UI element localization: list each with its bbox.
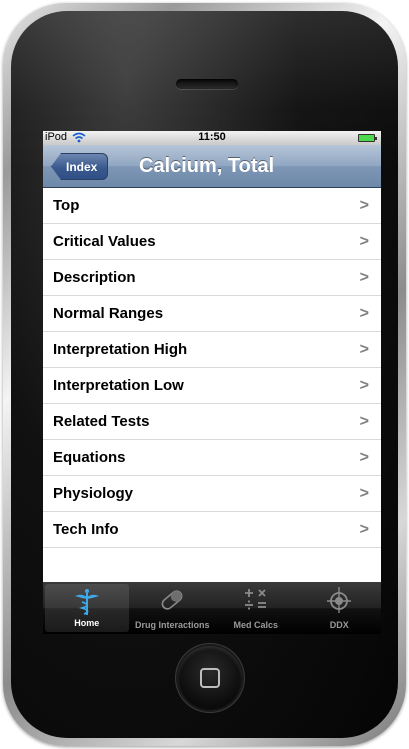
chevron-right-icon: > xyxy=(359,377,369,394)
chevron-right-icon: > xyxy=(359,233,369,250)
chevron-right-icon: > xyxy=(359,449,369,466)
list-item-top[interactable]: Top > xyxy=(43,188,381,224)
tab-label: Med Calcs xyxy=(233,620,279,630)
list-item-tech-info[interactable]: Tech Info > xyxy=(43,512,381,548)
page-title: Calcium, Total xyxy=(139,155,275,177)
list-item-normal-ranges[interactable]: Normal Ranges > xyxy=(43,296,381,332)
list-item-interpretation-low[interactable]: Interpretation Low > xyxy=(43,368,381,404)
battery-icon xyxy=(358,134,377,142)
list-item-label: Interpretation Low xyxy=(53,377,184,394)
math-operators-icon xyxy=(244,589,266,610)
chevron-right-icon: > xyxy=(359,269,369,286)
list-item-equations[interactable]: Equations > xyxy=(43,440,381,476)
chevron-right-icon: > xyxy=(359,341,369,358)
screen: iPod 11:50 Index Calcium, Total Top > Cr… xyxy=(43,131,381,634)
list-item-label: Normal Ranges xyxy=(53,305,164,322)
tab-med-calcs[interactable]: Med Calcs xyxy=(214,582,298,634)
tab-label: Drug Interactions xyxy=(134,620,210,630)
list-item-description[interactable]: Description > xyxy=(43,260,381,296)
list-item-critical-values[interactable]: Critical Values > xyxy=(43,224,381,260)
chevron-right-icon: > xyxy=(359,485,369,502)
list-item-label: Top xyxy=(53,197,80,214)
status-bar: iPod 11:50 xyxy=(43,131,381,145)
tab-bar: Home Drug Interactions Med Calcs DDX xyxy=(43,582,381,634)
list-item-label: Related Tests xyxy=(53,413,150,430)
home-button[interactable] xyxy=(178,646,242,710)
index-back-button[interactable]: Index xyxy=(51,153,109,180)
section-list: Top > Critical Values > Description > No… xyxy=(43,188,381,548)
list-item-interpretation-high[interactable]: Interpretation High > xyxy=(43,332,381,368)
earpiece-speaker xyxy=(176,79,238,89)
list-item-label: Tech Info xyxy=(53,521,119,538)
tab-drug-interactions[interactable]: Drug Interactions xyxy=(131,582,215,634)
navigation-bar: Index Calcium, Total xyxy=(43,145,381,188)
crosshair-icon xyxy=(327,587,352,613)
caduceus-icon xyxy=(74,589,99,615)
tab-ddx[interactable]: DDX xyxy=(298,582,382,634)
list-item-label: Equations xyxy=(53,449,126,466)
status-time: 11:50 xyxy=(198,131,226,143)
device-frame: iPod 11:50 Index Calcium, Total Top > Cr… xyxy=(3,3,406,746)
chevron-right-icon: > xyxy=(359,197,369,214)
chevron-right-icon: > xyxy=(359,305,369,322)
list-item-label: Interpretation High xyxy=(53,341,188,358)
chevron-right-icon: > xyxy=(359,413,369,430)
list-item-related-tests[interactable]: Related Tests > xyxy=(43,404,381,440)
list-item-label: Description xyxy=(53,269,136,286)
tab-label: Home xyxy=(74,618,100,628)
list-item-label: Physiology xyxy=(53,485,134,502)
home-square-icon xyxy=(200,668,220,688)
pill-icon xyxy=(161,590,183,610)
tab-label: DDX xyxy=(329,620,349,630)
list-item-label: Critical Values xyxy=(53,233,156,250)
chevron-right-icon: > xyxy=(359,521,369,538)
tab-home[interactable]: Home xyxy=(45,584,129,632)
list-item-physiology[interactable]: Physiology > xyxy=(43,476,381,512)
